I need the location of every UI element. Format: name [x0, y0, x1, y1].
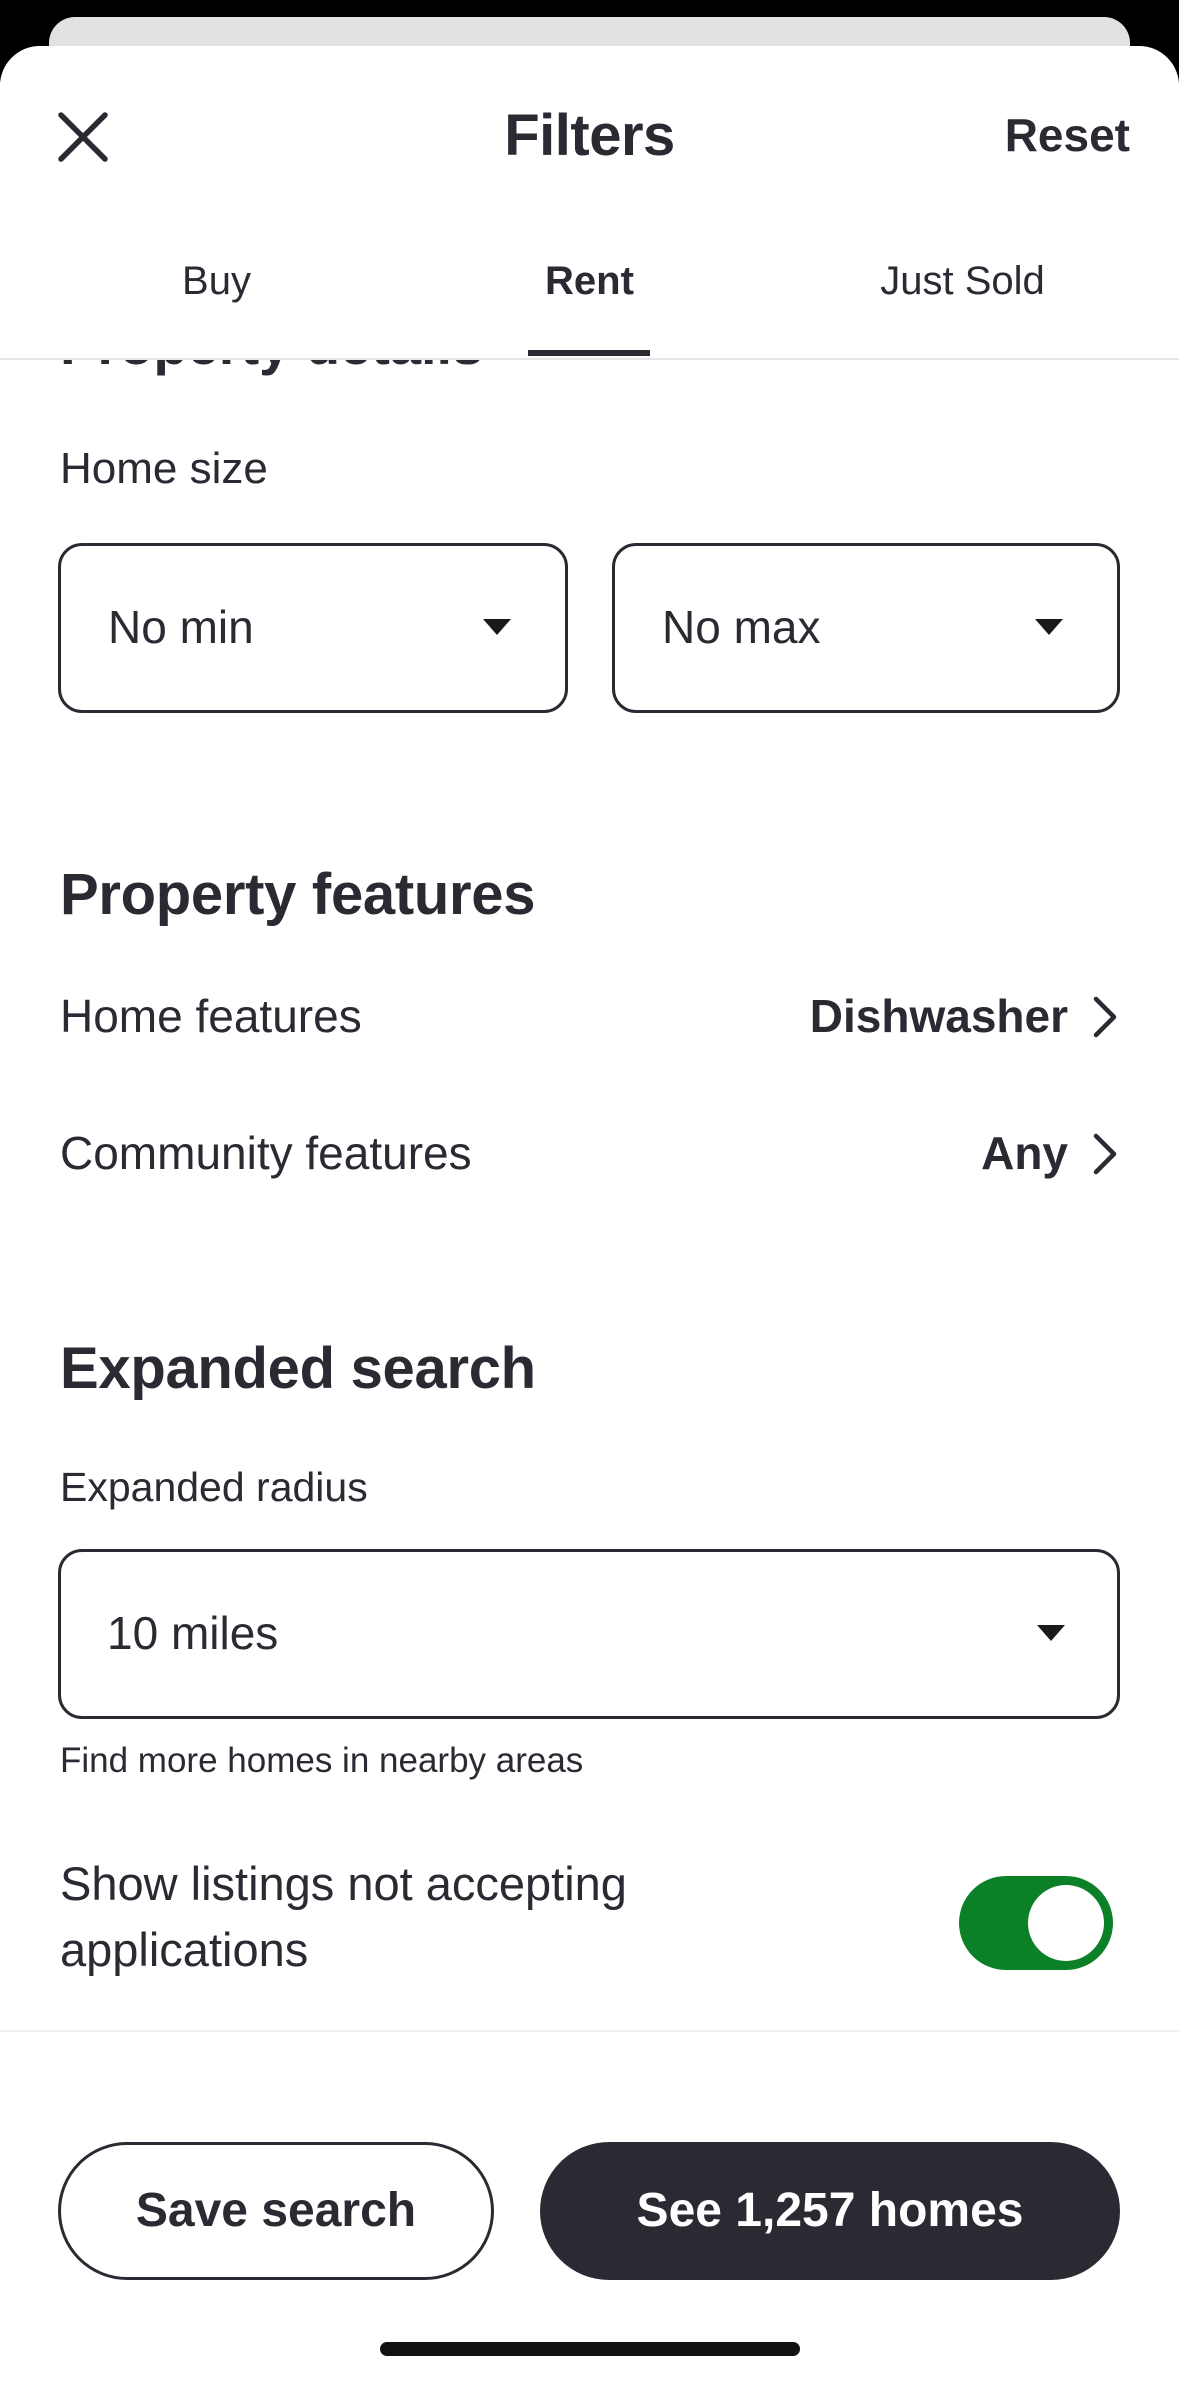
- filters-header: Filters Reset Buy Rent Just Sold: [0, 46, 1179, 360]
- home-indicator: [380, 2342, 800, 2356]
- tab-buy[interactable]: Buy: [20, 246, 413, 360]
- expanded-radius-label: Expanded radius: [60, 1464, 368, 1510]
- see-homes-button[interactable]: See 1,257 homes: [540, 2142, 1120, 2280]
- home-size-min-value: No min: [108, 601, 254, 653]
- community-features-value: Any: [981, 1127, 1068, 1179]
- home-features-value: Dishwasher: [809, 990, 1068, 1042]
- expanded-radius-select[interactable]: 10 miles: [58, 1549, 1120, 1719]
- tab-rent[interactable]: Rent: [393, 246, 786, 360]
- home-size-max-select[interactable]: No max: [612, 543, 1120, 713]
- home-size-label: Home size: [60, 444, 268, 493]
- tabs-divider: [0, 358, 1179, 360]
- filters-footer: Save search See 1,257 homes: [0, 2030, 1179, 2396]
- chevron-right-icon: [1093, 1133, 1117, 1175]
- toggle-knob: [1028, 1885, 1104, 1961]
- listing-type-tabs: Buy Rent Just Sold: [0, 246, 1179, 360]
- page-title: Filters: [504, 103, 675, 168]
- show-not-accepting-toggle[interactable]: [959, 1876, 1113, 1970]
- tab-just-sold[interactable]: Just Sold: [766, 246, 1159, 360]
- show-not-accepting-label: Show listings not accepting applications: [60, 1857, 627, 1976]
- caret-down-icon: [483, 619, 511, 635]
- expanded-search-heading: Expanded search: [60, 1336, 536, 1401]
- active-tab-indicator: [528, 350, 650, 356]
- community-features-row[interactable]: Community features Any: [60, 1108, 1120, 1198]
- home-features-row[interactable]: Home features Dishwasher: [60, 971, 1120, 1061]
- caret-down-icon: [1035, 619, 1063, 635]
- expanded-radius-helper: Find more homes in nearby areas: [60, 1741, 584, 1780]
- expanded-radius-value: 10 miles: [107, 1607, 279, 1659]
- home-features-label: Home features: [60, 990, 362, 1042]
- community-features-label: Community features: [60, 1127, 472, 1179]
- filters-sheet: Property details Home size No min No max…: [0, 46, 1179, 2396]
- chevron-right-icon: [1093, 996, 1117, 1038]
- property-features-heading: Property features: [60, 862, 536, 927]
- reset-button[interactable]: Reset: [1005, 108, 1130, 162]
- home-size-max-value: No max: [662, 601, 821, 653]
- save-search-button[interactable]: Save search: [58, 2142, 494, 2280]
- caret-down-icon: [1037, 1625, 1065, 1641]
- home-size-min-select[interactable]: No min: [58, 543, 568, 713]
